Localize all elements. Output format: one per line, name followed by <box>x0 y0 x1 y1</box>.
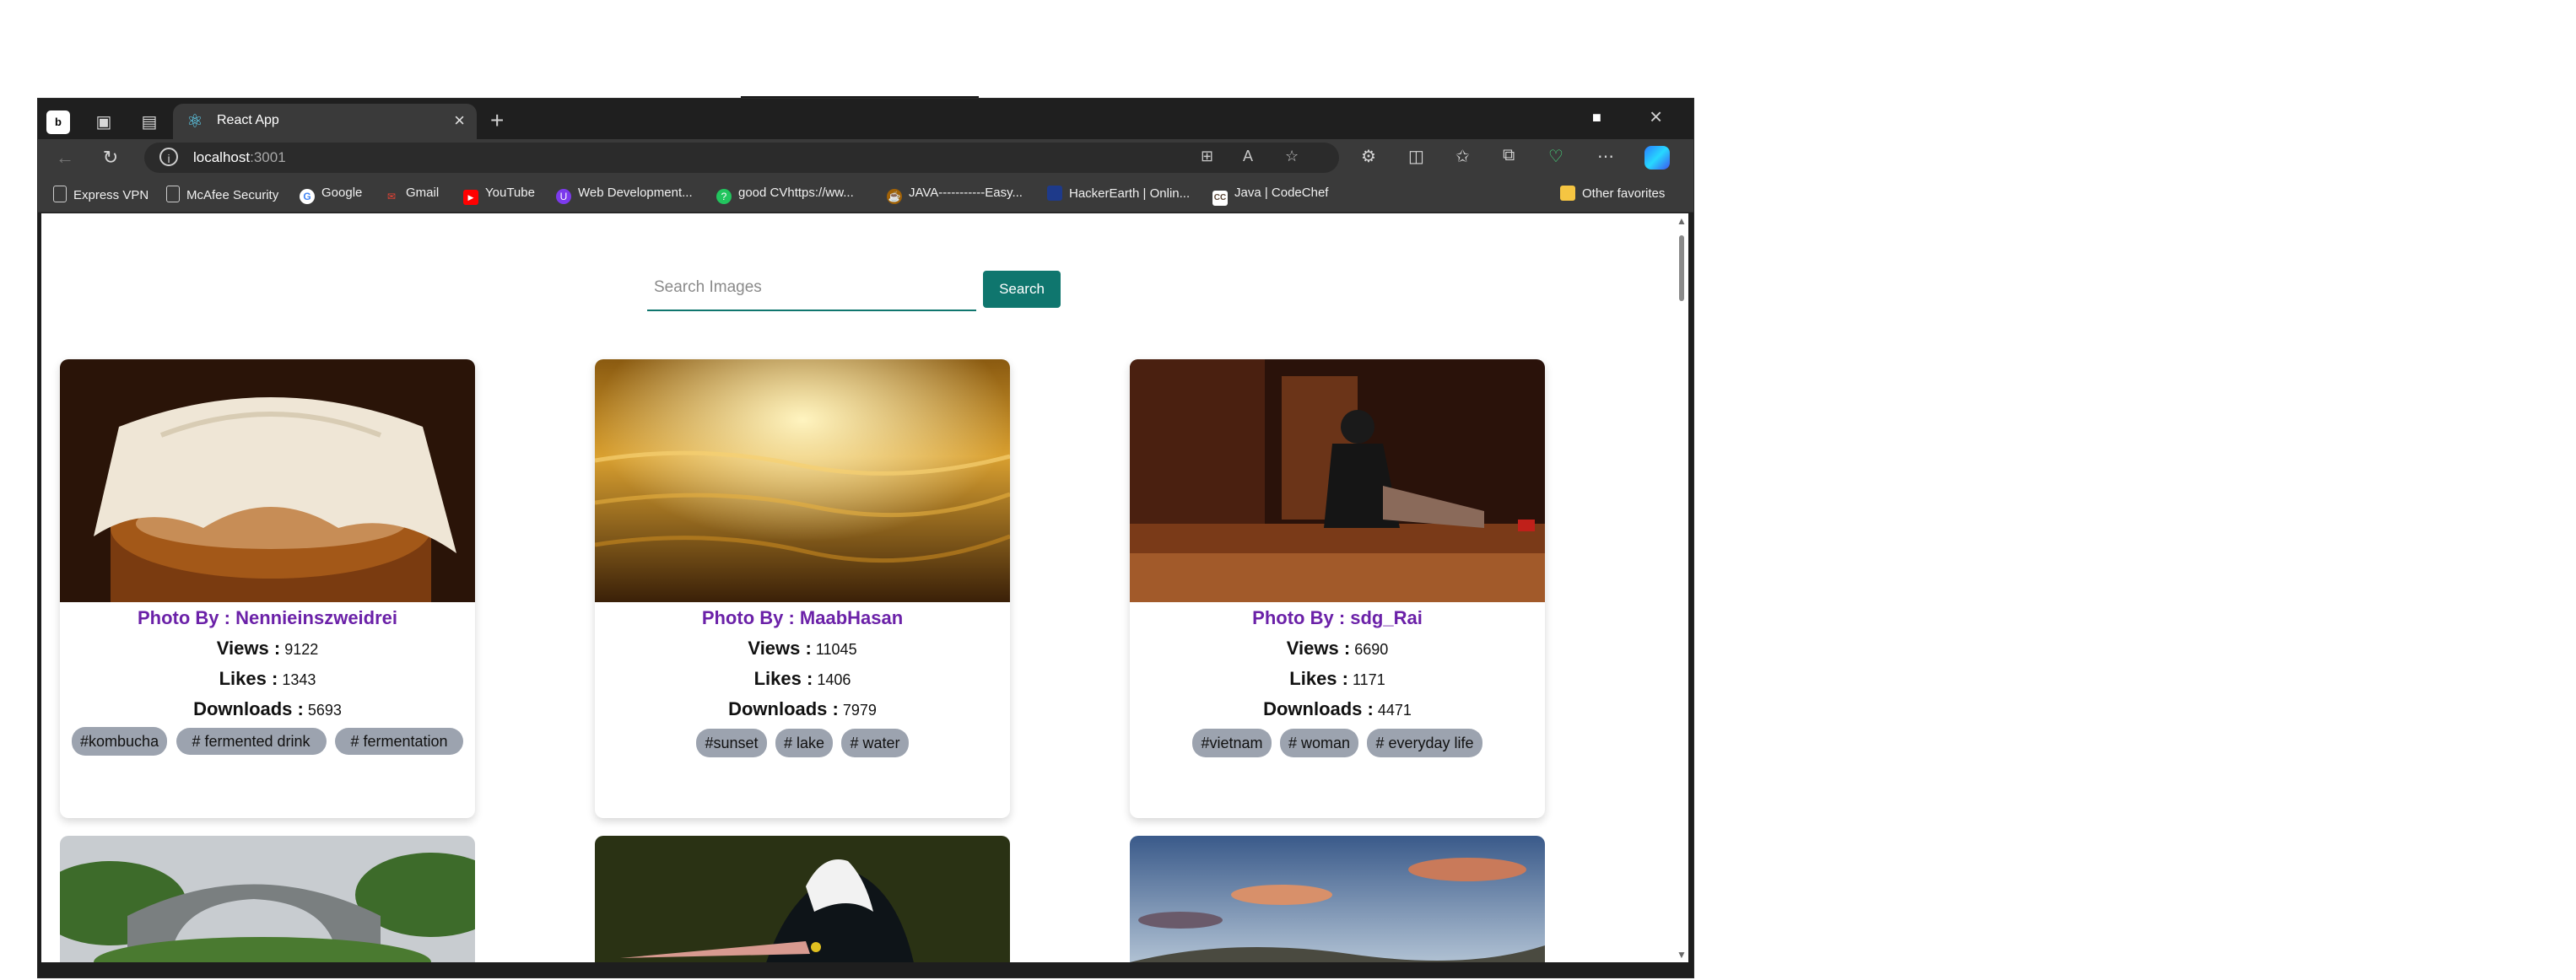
refresh-icon[interactable]: ↻ <box>99 146 122 170</box>
favorite-item[interactable]: U Web Development... <box>556 186 693 204</box>
java-icon: ☕ <box>887 189 902 204</box>
copilot-icon[interactable] <box>1644 146 1670 170</box>
tag[interactable]: # fermented drink <box>176 728 327 755</box>
page-viewport: Search Photo By : Nennieinszweidrei View… <box>41 213 1688 962</box>
tab-actions-icon[interactable]: ▤ <box>138 110 161 134</box>
hackerearth-icon <box>1047 186 1062 201</box>
split-screen-icon[interactable]: ◫ <box>1408 146 1424 167</box>
image-card[interactable] <box>1130 836 1545 962</box>
tag-list: #vietnam # woman # everyday life <box>1130 729 1545 757</box>
tag[interactable]: # water <box>841 729 909 757</box>
card-author: Photo By : MaabHasan <box>701 607 904 628</box>
favorite-item[interactable]: CC Java | CodeChef <box>1212 186 1328 206</box>
image-card[interactable]: Photo By : sdg_Rai Views : 6690 Likes : … <box>1130 359 1545 818</box>
image-card[interactable]: Photo By : Nennieinszweidrei Views : 912… <box>60 359 475 818</box>
tag[interactable]: # woman <box>1279 729 1359 757</box>
search-form: Search <box>647 266 1061 316</box>
folder-icon <box>1560 186 1575 201</box>
tab-close-icon[interactable]: × <box>454 110 465 132</box>
site-info-icon[interactable]: i <box>159 148 178 166</box>
favorite-star-icon[interactable]: ☆ <box>1285 148 1299 165</box>
tag[interactable]: #kombucha <box>72 727 168 756</box>
card-image[interactable] <box>1130 359 1545 602</box>
maximize-icon[interactable]: ■ <box>1592 109 1601 127</box>
scroll-down-arrow-icon[interactable]: ▼ <box>1677 949 1687 961</box>
favorite-item[interactable]: ? good CVhttps://ww... <box>716 186 854 204</box>
browser-window: b ▣ ▤ ⚛ React App × + ■ × ← ↻ i localhos… <box>37 98 1694 978</box>
card-image[interactable] <box>60 836 475 962</box>
favorite-item[interactable]: Express VPN <box>53 186 149 202</box>
url-text[interactable]: localhost:3001 <box>193 149 286 166</box>
new-tab-icon[interactable]: + <box>490 107 504 134</box>
favorites-icon[interactable]: ✩ <box>1455 146 1470 167</box>
workspaces-icon[interactable]: ▣ <box>92 110 116 134</box>
favorite-item[interactable]: HackerEarth | Onlin... <box>1047 186 1190 201</box>
back-icon[interactable]: ← <box>53 146 77 170</box>
views-stat: Views : 9122 <box>216 638 319 659</box>
downloads-stat: Downloads : 4471 <box>1263 698 1412 719</box>
card-image[interactable] <box>1130 836 1545 962</box>
likes-stat: Likes : 1406 <box>753 668 851 689</box>
card-author: Photo By : Nennieinszweidrei <box>137 607 398 628</box>
tag-list: #sunset # lake # water <box>595 729 1010 757</box>
react-icon: ⚛ <box>186 110 203 132</box>
downloads-stat: Downloads : 5693 <box>193 698 342 719</box>
tag-list: #kombucha # fermented drink # fermentati… <box>60 727 475 756</box>
read-aloud-icon[interactable]: A <box>1243 148 1253 165</box>
tag[interactable]: # fermentation <box>334 728 463 755</box>
tag[interactable]: # lake <box>775 729 834 757</box>
tag[interactable]: #sunset <box>696 729 767 757</box>
address-bar[interactable]: i localhost:3001 ⊞ A ☆ <box>144 143 1339 173</box>
search-input[interactable] <box>647 266 976 311</box>
card-image[interactable] <box>595 359 1010 602</box>
likes-stat: Likes : 1171 <box>1289 668 1385 689</box>
card-author: Photo By : sdg_Rai <box>1252 607 1423 628</box>
views-stat: Views : 11045 <box>748 638 857 659</box>
extensions-icon[interactable]: ⚙ <box>1361 146 1376 167</box>
vertical-scrollbar[interactable]: ▲ ▼ <box>1675 213 1688 962</box>
tag[interactable]: # everyday life <box>1367 729 1482 757</box>
google-icon: G <box>300 189 315 204</box>
image-card[interactable] <box>60 836 475 962</box>
favorites-bar: Express VPN McAfee Security G Google ✉ Gma… <box>38 176 1693 213</box>
other-favorites[interactable]: Other favorites <box>1560 186 1665 201</box>
profile-icon[interactable]: b <box>46 110 70 134</box>
navigation-bar: ← ↻ i localhost:3001 ⊞ A ☆ ⚙ ◫ ✩ ⧉ ♡ ⋯ <box>38 139 1693 176</box>
image-card[interactable]: Photo By : MaabHasan Views : 11045 Likes… <box>595 359 1010 818</box>
favorite-item[interactable]: G Google <box>300 186 362 204</box>
views-stat: Views : 6690 <box>1286 638 1389 659</box>
tag[interactable]: #vietnam <box>1192 729 1272 757</box>
page-icon <box>166 186 180 202</box>
tab-strip: b ▣ ▤ ⚛ React App × + ■ × <box>38 99 1693 139</box>
search-button[interactable]: Search <box>983 271 1061 308</box>
gmail-icon: ✉ <box>386 191 397 202</box>
app-available-icon[interactable]: ⊞ <box>1201 148 1213 165</box>
codechef-icon: CC <box>1212 191 1228 206</box>
window-close-icon[interactable]: × <box>1650 104 1662 130</box>
likes-stat: Likes : 1343 <box>219 668 316 689</box>
tab-react-app[interactable]: ⚛ React App × <box>173 104 477 139</box>
downloads-stat: Downloads : 7979 <box>728 698 877 719</box>
more-menu-icon[interactable]: ⋯ <box>1597 146 1614 167</box>
favorite-item[interactable]: ✉ Gmail <box>384 186 439 204</box>
collections-icon[interactable]: ⧉ <box>1503 146 1515 165</box>
favorite-item[interactable]: McAfee Security <box>166 186 278 202</box>
tab-title: React App <box>217 113 279 127</box>
browser-essentials-icon[interactable]: ♡ <box>1548 146 1563 167</box>
youtube-icon: ▶ <box>463 190 478 205</box>
page-icon <box>53 186 67 202</box>
favorite-item[interactable]: ▶ YouTube <box>463 186 535 205</box>
scrollbar-thumb[interactable] <box>1679 235 1684 301</box>
image-card[interactable] <box>595 836 1010 962</box>
scroll-up-arrow-icon[interactable]: ▲ <box>1677 215 1687 227</box>
card-image[interactable] <box>60 359 475 602</box>
card-image[interactable] <box>595 836 1010 962</box>
favorite-item[interactable]: ☕ JAVA-----------Easy... <box>887 186 1023 204</box>
web-icon: U <box>556 189 571 204</box>
cv-icon: ? <box>716 189 732 204</box>
